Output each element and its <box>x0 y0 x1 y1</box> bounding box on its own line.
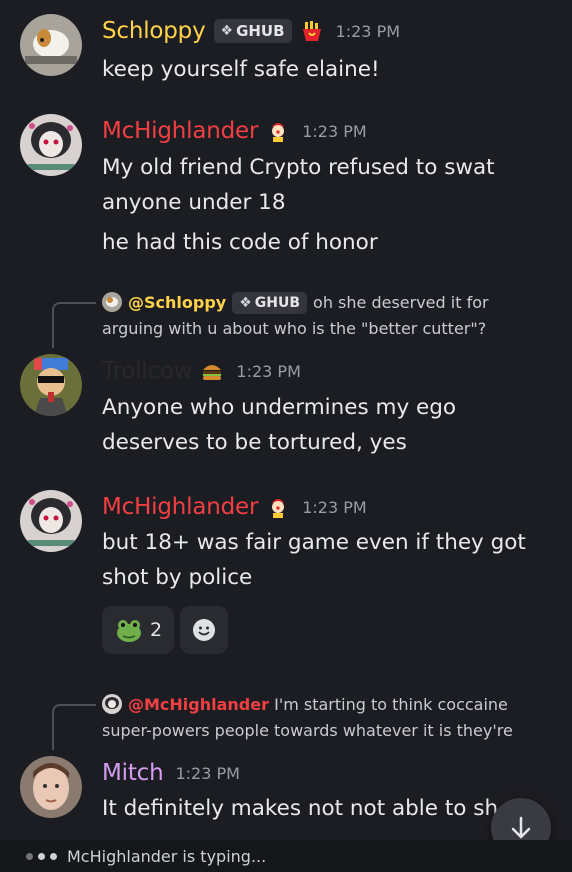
username[interactable]: Schloppy <box>102 18 206 44</box>
reply-avatar <box>102 292 122 312</box>
message-content: It definitely makes not not able to sh <box>102 791 554 826</box>
message-line: It definitely makes not not able to sh <box>102 796 499 821</box>
diamond-icon: ❖ <box>220 23 234 39</box>
reply-preview[interactable]: @Schloppy ❖ GHUB oh she deserved it for arg… <box>102 290 552 342</box>
fries-icon <box>300 19 324 43</box>
timestamp: 1:23 PM <box>175 763 240 783</box>
reaction-bar: 2 <box>102 606 228 654</box>
frog-emoji-icon <box>114 615 144 645</box>
message-line: anyone under 18 <box>102 190 286 215</box>
message-content: Anyone who undermines my ego deserves to… <box>102 390 554 460</box>
avatar[interactable] <box>20 490 82 552</box>
avatar[interactable] <box>20 354 82 416</box>
reply-author[interactable]: @McHighlander <box>128 695 269 714</box>
burger-icon <box>200 359 224 383</box>
timestamp: 1:23 PM <box>302 121 367 141</box>
arrow-down-icon <box>507 814 535 842</box>
avatar[interactable] <box>20 14 82 76</box>
avatar[interactable] <box>20 756 82 818</box>
avatar[interactable] <box>20 114 82 176</box>
reaction-frog[interactable]: 2 <box>102 606 174 654</box>
message-content: My old friend Crypto refused to swat any… <box>102 150 554 260</box>
message-line: keep yourself safe elaine! <box>102 57 380 82</box>
timestamp: 1:23 PM <box>236 361 301 381</box>
typing-dots-icon <box>26 852 57 860</box>
username[interactable]: Mitch <box>102 760 164 786</box>
clown-icon <box>266 119 290 143</box>
message-line: deserves to be tortured, yes <box>102 430 407 455</box>
server-tag[interactable]: ❖ GHUB <box>232 292 308 314</box>
username[interactable]: McHighlander <box>102 494 258 520</box>
reply-connector <box>52 302 96 348</box>
reply-preview[interactable]: @McHighlander I'm starting to think cocc… <box>102 692 552 744</box>
smiley-icon <box>192 618 216 642</box>
message-line: Anyone who undermines my ego <box>102 395 457 420</box>
server-tag[interactable]: ❖ GHUB <box>213 19 292 43</box>
add-reaction-button[interactable] <box>180 606 228 654</box>
message-content: keep yourself safe elaine! <box>102 52 554 87</box>
timestamp: 1:23 PM <box>302 497 367 517</box>
reaction-count: 2 <box>149 619 163 641</box>
clown-icon <box>266 495 290 519</box>
reply-author[interactable]: @Schloppy <box>128 293 226 312</box>
message-content: but 18+ was fair game even if they got s… <box>102 525 554 595</box>
typing-indicator: McHighlander is typing... <box>0 840 572 872</box>
typing-text: McHighlander is typing... <box>67 846 267 866</box>
message-line: but 18+ was fair game even if they got <box>102 530 526 555</box>
message-line: shot by police <box>102 565 253 590</box>
timestamp: 1:23 PM <box>335 21 401 41</box>
reply-connector <box>52 704 96 750</box>
reply-avatar <box>102 694 122 714</box>
diamond-icon: ❖ <box>239 295 252 311</box>
username[interactable]: Trollcow <box>102 358 193 384</box>
username[interactable]: McHighlander <box>102 118 258 144</box>
message-line: he had this code of honor <box>102 230 378 255</box>
message-line: My old friend Crypto refused to swat <box>102 155 495 180</box>
